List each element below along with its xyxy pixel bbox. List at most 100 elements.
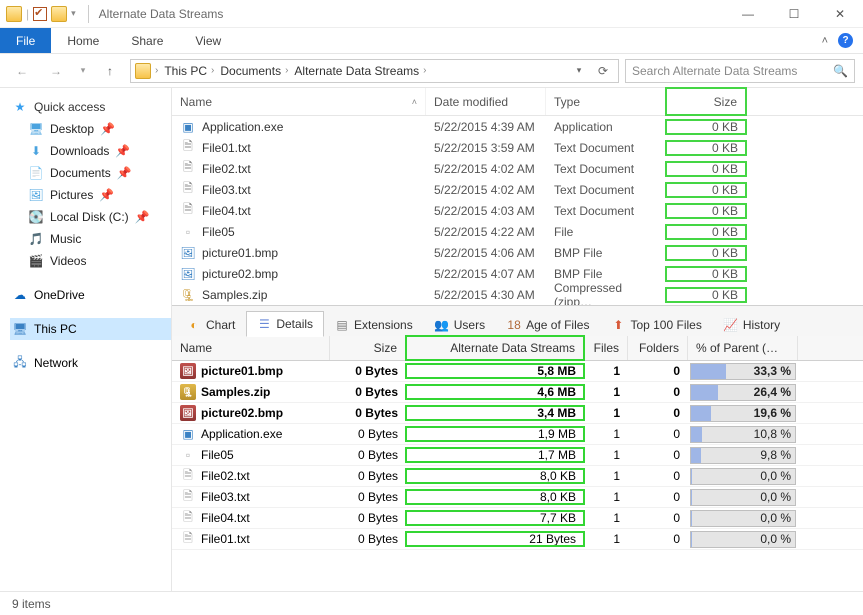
dcol-name[interactable]: Name — [172, 336, 330, 360]
detail-row[interactable]: ▫File050 Bytes1,7 MB109,8 % — [172, 445, 863, 466]
file-row[interactable]: 🗎File03.txt5/22/2015 4:02 AMText Documen… — [172, 179, 863, 200]
recent-dropdown[interactable]: ▾ — [76, 59, 90, 83]
analyzer-tab-details[interactable]: ☰Details — [246, 311, 324, 337]
sidebar-item[interactable]: 🎵Music — [10, 228, 171, 250]
close-button[interactable]: ✕ — [817, 0, 863, 28]
qat-divider: | — [26, 7, 29, 21]
file-icon: 🗎 — [180, 510, 196, 526]
ribbon-collapse-icon[interactable]: ˄ — [822, 35, 828, 47]
tab-home[interactable]: Home — [51, 28, 115, 53]
detail-row[interactable]: 🗎File03.txt0 Bytes8,0 KB100,0 % — [172, 487, 863, 508]
pin-icon: 📌 — [135, 210, 150, 224]
sidebar-item[interactable]: 🎬Videos — [10, 250, 171, 272]
file-row[interactable]: 🗎File02.txt5/22/2015 4:02 AMText Documen… — [172, 158, 863, 179]
back-button[interactable]: ← — [8, 59, 36, 83]
network-icon: 🖧 — [12, 355, 28, 371]
column-type[interactable]: Type — [546, 88, 666, 115]
sidebar-item[interactable]: 📄Documents📌 — [10, 162, 171, 184]
dcol-pct[interactable]: % of Parent (… — [688, 336, 798, 360]
detail-row[interactable]: ▣Application.exe0 Bytes1,9 MB1010,8 % — [172, 424, 863, 445]
analyzer-tab-extensions[interactable]: ▤Extensions — [324, 312, 424, 337]
minimize-button[interactable]: — — [725, 0, 771, 28]
breadcrumb-0[interactable]: This PC› — [162, 64, 216, 78]
detail-row[interactable]: 🗎File04.txt0 Bytes7,7 KB100,0 % — [172, 508, 863, 529]
up-button[interactable]: ↑ — [96, 59, 124, 83]
title-bar: | ▾ Alternate Data Streams — ☐ ✕ — [0, 0, 863, 28]
folder-icon — [6, 6, 22, 22]
file-icon: 🗎 — [180, 140, 196, 156]
maximize-button[interactable]: ☐ — [771, 0, 817, 28]
breadcrumb-2[interactable]: Alternate Data Streams› — [292, 64, 428, 78]
file-icon: 🗎 — [180, 203, 196, 219]
analyzer-tab-chart[interactable]: ◐Chart — [176, 312, 246, 337]
analyzer-tab-age-of-files[interactable]: 18Age of Files — [496, 312, 600, 337]
file-row[interactable]: ▣Application.exe5/22/2015 4:39 AMApplica… — [172, 116, 863, 137]
sidebar-this-pc[interactable]: 🖥 This PC — [10, 318, 171, 340]
column-name[interactable]: Name˄ — [172, 88, 426, 115]
qat-dropdown-icon[interactable]: ▾ — [71, 8, 76, 19]
column-size[interactable]: Size — [666, 88, 746, 115]
detail-row[interactable]: 🗎File02.txt0 Bytes8,0 KB100,0 % — [172, 466, 863, 487]
tab-share[interactable]: Share — [115, 28, 179, 53]
percent-bar: 0,0 % — [690, 489, 796, 506]
column-headers: Name˄ Date modified Type Size — [172, 88, 863, 116]
column-date[interactable]: Date modified — [426, 88, 546, 115]
file-icon: ▫ — [180, 224, 196, 240]
sidebar-item[interactable]: 🖼Pictures📌 — [10, 184, 171, 206]
percent-bar: 0,0 % — [690, 468, 796, 485]
sort-arrow-icon: ˄ — [412, 97, 417, 107]
file-icon: 🗜 — [180, 287, 196, 303]
music-icon: 🎵 — [28, 231, 44, 247]
file-row[interactable]: 🖼picture01.bmp5/22/2015 4:06 AMBMP File0… — [172, 242, 863, 263]
chart-icon: ◐ — [187, 318, 201, 332]
file-icon: 🗜 — [180, 384, 196, 400]
down-icon: ⬇ — [28, 143, 44, 159]
address-folder-icon — [135, 63, 151, 79]
sidebar-onedrive[interactable]: ☁ OneDrive — [10, 284, 171, 306]
breadcrumb-sep-0[interactable]: › — [153, 65, 160, 76]
analyzer-tab-top-100-files[interactable]: ⬆Top 100 Files — [600, 312, 712, 337]
qat-separator — [88, 5, 89, 23]
file-row[interactable]: 🗎File01.txt5/22/2015 3:59 AMText Documen… — [172, 137, 863, 158]
address-bar[interactable]: › This PC› Documents› Alternate Data Str… — [130, 59, 619, 83]
detail-row[interactable]: 🗎File01.txt0 Bytes21 Bytes100,0 % — [172, 529, 863, 550]
file-row[interactable]: 🖼picture02.bmp5/22/2015 4:07 AMBMP File0… — [172, 263, 863, 284]
dcol-folders[interactable]: Folders — [628, 336, 688, 360]
window-title: Alternate Data Streams — [95, 7, 224, 21]
new-folder-icon[interactable] — [51, 6, 67, 22]
dcol-ads[interactable]: Alternate Data Streams — [406, 336, 584, 360]
onedrive-icon: ☁ — [12, 287, 28, 303]
help-icon[interactable]: ? — [838, 33, 853, 48]
address-dropdown-icon[interactable]: ▾ — [568, 64, 590, 78]
file-tab[interactable]: File — [0, 28, 51, 53]
file-icon: 🖼 — [180, 363, 196, 379]
dcol-files[interactable]: Files — [584, 336, 628, 360]
details-rows: 🖼picture01.bmp0 Bytes5,8 MB1033,3 %🗜Samp… — [172, 361, 863, 550]
detail-row[interactable]: 🖼picture02.bmp0 Bytes3,4 MB1019,6 % — [172, 403, 863, 424]
analyzer-tab-history[interactable]: 📈History — [713, 312, 791, 337]
forward-button[interactable]: → — [42, 59, 70, 83]
search-box[interactable]: Search Alternate Data Streams 🔍 — [625, 59, 855, 83]
sidebar-item[interactable]: 🖥Desktop📌 — [10, 118, 171, 140]
search-icon[interactable]: 🔍 — [833, 64, 848, 78]
file-row[interactable]: ▫File055/22/2015 4:22 AMFile0 KB — [172, 221, 863, 242]
dcol-size[interactable]: Size — [330, 336, 406, 360]
properties-icon[interactable] — [33, 7, 47, 21]
file-icon: 🗎 — [180, 489, 196, 505]
analyzer-tab-users[interactable]: 👥Users — [424, 312, 496, 337]
breadcrumb-1[interactable]: Documents› — [218, 64, 290, 78]
file-list[interactable]: ▣Application.exe5/22/2015 4:39 AMApplica… — [172, 116, 863, 305]
refresh-button[interactable]: ⟳ — [592, 64, 614, 78]
pin-icon: 📌 — [100, 122, 115, 136]
sidebar-item[interactable]: 💽Local Disk (C:)📌 — [10, 206, 171, 228]
file-row[interactable]: 🗎File04.txt5/22/2015 4:03 AMText Documen… — [172, 200, 863, 221]
sidebar-quick-access[interactable]: ★ Quick access — [10, 96, 171, 118]
detail-row[interactable]: 🗜Samples.zip0 Bytes4,6 MB1026,4 % — [172, 382, 863, 403]
sidebar-item[interactable]: ⬇Downloads📌 — [10, 140, 171, 162]
file-row[interactable]: 🗜Samples.zip5/22/2015 4:30 AMCompressed … — [172, 284, 863, 305]
sidebar-network[interactable]: 🖧 Network — [10, 352, 171, 374]
navigation-pane: ★ Quick access 🖥Desktop📌⬇Downloads📌📄Docu… — [0, 88, 172, 591]
detail-row[interactable]: 🖼picture01.bmp0 Bytes5,8 MB1033,3 % — [172, 361, 863, 382]
tab-view[interactable]: View — [179, 28, 237, 53]
pin-icon: 📌 — [115, 144, 130, 158]
